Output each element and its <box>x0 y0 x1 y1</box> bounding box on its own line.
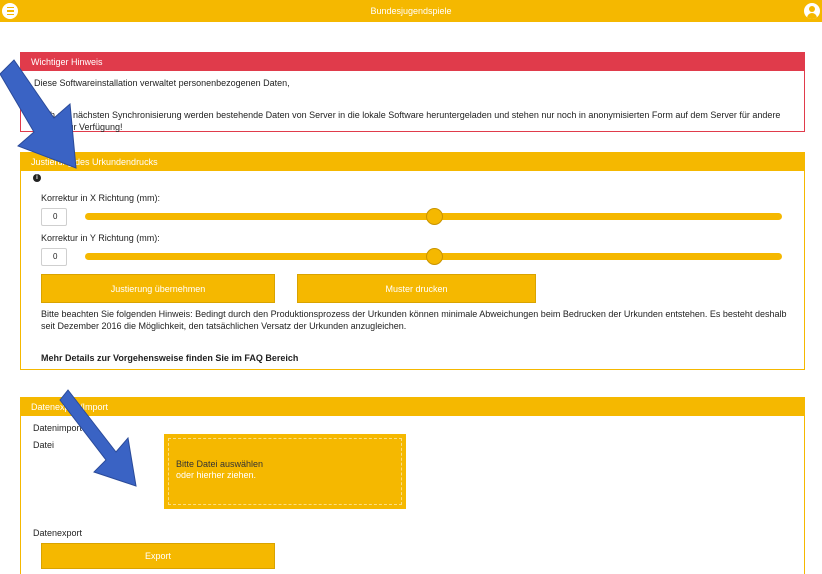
dropzone-line-1: Bitte Datei auswählen <box>176 459 264 469</box>
x-correction-slider[interactable] <box>85 208 782 225</box>
notice-title: Wichtiger Hinweis <box>21 53 804 71</box>
y-correction-label: Korrektur in Y Richtung (mm): <box>41 233 160 243</box>
apply-adjustment-button[interactable]: Justierung übernehmen <box>41 274 275 303</box>
x-correction-input[interactable]: 0 <box>41 208 67 226</box>
adjustment-panel: Justierung des Urkundendrucks i Korrektu… <box>20 152 805 370</box>
info-icon[interactable]: i <box>33 174 41 182</box>
adjustment-title: Justierung des Urkundendrucks <box>21 153 804 171</box>
notice-panel: Wichtiger Hinweis Diese Softwareinstalla… <box>20 52 805 132</box>
y-correction-slider[interactable] <box>85 248 782 265</box>
import-label: Datenimport <box>33 423 83 433</box>
file-dropzone[interactable]: Bitte Datei auswählen oder hierher ziehe… <box>164 434 406 509</box>
export-button[interactable]: Export <box>41 543 275 569</box>
file-label: Datei <box>33 440 55 450</box>
x-slider-thumb[interactable] <box>425 208 443 225</box>
y-slider-thumb[interactable] <box>425 248 443 265</box>
print-sample-button[interactable]: Muster drucken <box>297 274 536 303</box>
file-title: Datenexport/Import <box>21 398 804 416</box>
export-label: Datenexport <box>33 528 83 538</box>
app-title: Bundesjugendspiele <box>370 6 452 16</box>
notice-line-1: Diese Softwareinstallation verwaltet per… <box>34 78 290 88</box>
x-correction-label: Korrektur in X Richtung (mm): <box>41 193 161 203</box>
file-panel: Datenexport/Import Datenimport Datei Bit… <box>20 397 805 574</box>
dropzone-line-2: oder hierher ziehen. <box>176 470 257 480</box>
notice-line-2: Nach der nächsten Synchronisierung werde… <box>34 110 781 132</box>
faq-link[interactable]: Mehr Details zur Vorgehensweise finden S… <box>41 353 298 363</box>
y-correction-input[interactable]: 0 <box>41 248 67 266</box>
top-bar: Bundesjugendspiele <box>0 0 822 22</box>
menu-icon[interactable] <box>2 3 18 19</box>
user-icon[interactable] <box>804 3 820 19</box>
adjustment-hint: Bitte beachten Sie folgenden Hinweis: Be… <box>41 309 787 331</box>
